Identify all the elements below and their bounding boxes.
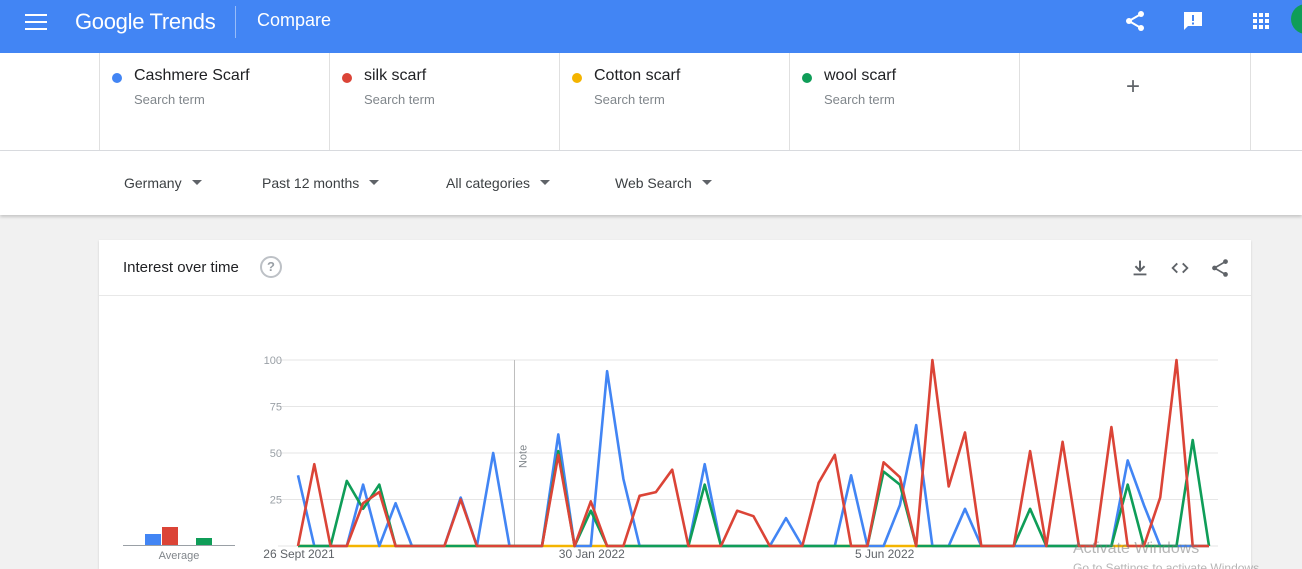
account-avatar[interactable] bbox=[1291, 4, 1302, 34]
activation-watermark: Activate Windows bbox=[1073, 540, 1200, 557]
x-tick-label: 30 Jan 2022 bbox=[559, 547, 625, 561]
y-tick-label: 75 bbox=[270, 402, 282, 414]
x-tick-label: 26 Sept 2021 bbox=[263, 547, 335, 561]
share-icon[interactable] bbox=[1123, 9, 1147, 33]
series-line bbox=[296, 369, 1209, 548]
menu-icon[interactable] bbox=[25, 14, 47, 30]
category-dropdown[interactable]: All categories bbox=[446, 175, 551, 191]
time-range-dropdown-value: Past 12 months bbox=[262, 175, 360, 191]
search-type-dropdown-value: Web Search bbox=[615, 175, 692, 191]
search-term-name[interactable]: wool scarf bbox=[824, 67, 896, 85]
region-dropdown-value: Germany bbox=[124, 175, 182, 191]
y-tick-label: 100 bbox=[264, 355, 282, 367]
search-type-dropdown[interactable]: Web Search bbox=[615, 175, 712, 191]
series-line bbox=[298, 438, 1211, 548]
search-term-card[interactable]: wool scarf Search term bbox=[789, 53, 1019, 150]
region-dropdown[interactable]: Germany bbox=[124, 175, 202, 191]
search-term-type: Search term bbox=[364, 92, 435, 107]
search-terms-row: Cashmere Scarf Search term silk scarf Se… bbox=[0, 53, 1302, 151]
series-color-dot bbox=[342, 73, 352, 83]
search-term-card[interactable]: Cashmere Scarf Search term bbox=[99, 53, 329, 150]
chevron-down-icon bbox=[191, 179, 202, 185]
feedback-icon[interactable] bbox=[1181, 9, 1205, 33]
x-tick-label: 5 Jun 2022 bbox=[855, 547, 915, 561]
chevron-down-icon bbox=[540, 179, 551, 185]
filters-row: Germany Past 12 months All categories We… bbox=[0, 151, 1302, 215]
google-trends-logo[interactable]: Google Trends bbox=[75, 9, 216, 35]
search-term-name[interactable]: Cotton scarf bbox=[594, 67, 680, 85]
apps-grid-icon[interactable] bbox=[1249, 9, 1273, 33]
series-color-dot bbox=[802, 73, 812, 83]
interest-line-chart[interactable]: 25 50 75 100 Note 26 Sept 2021 30 Jan 2022 5 Ju… bbox=[99, 240, 1251, 569]
add-comparison-button[interactable]: + bbox=[1019, 53, 1251, 150]
search-term-type: Search term bbox=[594, 92, 665, 107]
search-term-card[interactable]: silk scarf Search term bbox=[329, 53, 559, 150]
chevron-down-icon bbox=[701, 179, 712, 185]
y-tick-label: 50 bbox=[270, 448, 282, 460]
note-label: Note bbox=[517, 445, 529, 468]
activation-watermark-subtext: Go to Settings to activate Windows. bbox=[1073, 561, 1263, 569]
time-range-dropdown[interactable]: Past 12 months bbox=[262, 175, 380, 191]
series-color-dot bbox=[572, 73, 582, 83]
series-color-dot bbox=[112, 73, 122, 83]
search-term-name[interactable]: Cashmere Scarf bbox=[134, 67, 250, 85]
category-dropdown-value: All categories bbox=[446, 175, 531, 191]
search-term-card[interactable]: Cotton scarf Search term bbox=[559, 53, 789, 150]
page-title: Compare bbox=[257, 10, 332, 30]
plus-icon: + bbox=[1126, 73, 1141, 100]
top-app-bar: Google Trends Compare bbox=[0, 0, 1302, 53]
chevron-down-icon bbox=[369, 179, 380, 185]
interest-over-time-card: Interest over time ? Average 25 50 75 100 No… bbox=[99, 240, 1251, 569]
y-tick-label: 25 bbox=[270, 495, 282, 507]
search-term-name[interactable]: silk scarf bbox=[364, 67, 426, 85]
header-divider bbox=[235, 6, 236, 38]
search-term-type: Search term bbox=[134, 92, 205, 107]
search-term-type: Search term bbox=[824, 92, 895, 107]
